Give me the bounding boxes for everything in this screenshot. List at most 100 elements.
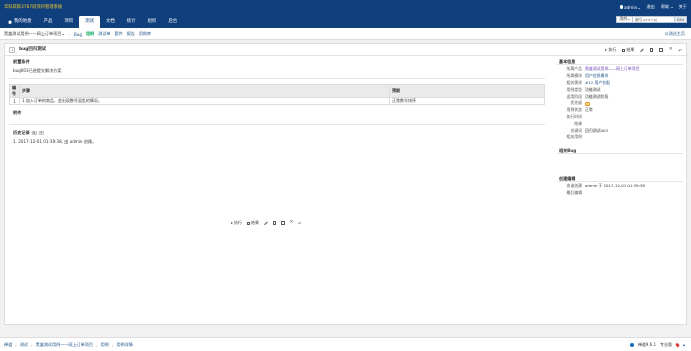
subnav-case[interactable]: 用例 bbox=[86, 31, 94, 37]
about-link[interactable]: 关于 bbox=[679, 4, 687, 10]
subnav-caselib[interactable]: 用例库 bbox=[139, 31, 151, 37]
app-header: 华科软职3787班项目管理系统 admin 退出 帮助 关于 我的地盘 产品 项… bbox=[0, 0, 691, 28]
info-row-keywords: 关键词 回归测试003 bbox=[570, 127, 608, 133]
app-footer: 禅道 › 测试 › 黑盒测试用例——网上订单项目 › 用例 › 用例详情 禅道9… bbox=[0, 337, 691, 351]
basic-info-heading: 基本信息 bbox=[557, 58, 683, 65]
crumb-zentao[interactable]: 禅道 bbox=[4, 342, 12, 348]
copy-icon bbox=[659, 48, 663, 52]
subnav-report[interactable]: 报告 bbox=[127, 31, 135, 37]
history-section: 历史记录 ⇅ + 1. 2017-12-01 01:39:38, 由 admin… bbox=[9, 129, 545, 149]
list-icon bbox=[622, 48, 626, 52]
precondition-heading: 前置条件 bbox=[13, 59, 30, 64]
comment-icon bbox=[649, 48, 654, 52]
history-item: 1. 2017-12-01 01:39:38, 由 admin 创建。 bbox=[13, 139, 97, 144]
expected-text: 正常数号排序 bbox=[389, 97, 545, 105]
logout-link[interactable]: 退出 bbox=[646, 4, 654, 10]
nav-test[interactable]: 测试 bbox=[79, 16, 100, 28]
info-row-module: 所属模块 用户信息模块 bbox=[566, 73, 609, 79]
edition-link[interactable]: 专业版 bbox=[660, 342, 672, 348]
undo-icon: ↶ bbox=[298, 220, 302, 226]
crumb-case[interactable]: 用例 bbox=[101, 342, 109, 348]
step-no: 1 bbox=[9, 97, 20, 105]
version-text[interactable]: 禅道9.6.1 bbox=[638, 342, 656, 348]
run-button-bottom[interactable]: 执行 bbox=[231, 220, 242, 226]
separator-icon: › bbox=[95, 342, 98, 348]
undo-icon: ↶ bbox=[678, 47, 682, 53]
module-link[interactable]: 用户信息模块 bbox=[585, 73, 608, 79]
nav-admin[interactable]: 后台 bbox=[162, 16, 183, 28]
close-icon: ✕ bbox=[668, 47, 673, 52]
chevron-down-icon bbox=[670, 7, 673, 8]
case-title-bar: bug回归测试 执行 结果 ✕ ↶ bbox=[5, 44, 688, 56]
footer-breadcrumb: 禅道 › 测试 › 黑盒测试用例——网上订单项目 › 用例 › 用例详情 bbox=[4, 338, 133, 351]
info-row-story: 相关需求 #12 用户名配 bbox=[566, 79, 611, 86]
bottom-actions: 执行 结果 ✕ ↶ bbox=[231, 220, 302, 226]
case-panel: bug回归测试 执行 结果 ✕ ↶ 前置条件 bug003已经提交解决方案 编号… bbox=[4, 43, 688, 325]
crumb-product[interactable]: 黑盒测试用例——网上订单项目 bbox=[36, 342, 93, 348]
nav-report[interactable]: 统计 bbox=[121, 16, 142, 28]
case-title: bug回归测试 bbox=[19, 47, 46, 52]
chevron-down-icon bbox=[62, 33, 65, 35]
user-menu[interactable]: admin bbox=[619, 5, 641, 10]
copy-button[interactable] bbox=[659, 48, 663, 52]
sub-nav: 黑盒测试用例——网上订单项目 › Bug 用例 测试单 套件 报告 用例库 公测… bbox=[0, 28, 691, 40]
subnav-bug[interactable]: Bug bbox=[74, 32, 82, 37]
search-box: 用例 GO! bbox=[616, 15, 687, 23]
related-bug-section: 相关Bug bbox=[557, 147, 683, 171]
info-row-runtime: 执行时间 bbox=[566, 113, 582, 119]
home-icon bbox=[8, 20, 12, 24]
expand-icon[interactable]: + bbox=[38, 130, 44, 136]
edit-button-bottom[interactable] bbox=[264, 221, 268, 225]
delete-button[interactable]: ✕ bbox=[668, 47, 673, 52]
edit-button[interactable] bbox=[640, 48, 644, 52]
play-icon bbox=[605, 49, 608, 51]
subnav-testtask[interactable]: 测试单 bbox=[98, 31, 110, 37]
step-no-header: 编号 bbox=[9, 84, 20, 98]
nav-doc[interactable]: 文档 bbox=[100, 16, 121, 28]
precondition-section: 前置条件 bug003已经提交解决方案 bbox=[9, 58, 545, 79]
brand-title: 华科软职3787班项目管理系统 bbox=[4, 5, 63, 10]
pencil-icon bbox=[640, 48, 644, 52]
nav-project[interactable]: 项目 bbox=[58, 16, 79, 28]
crumb-test[interactable]: 测试 bbox=[20, 342, 28, 348]
search-type-select[interactable]: 用例 bbox=[616, 15, 633, 23]
info-row-result: 结果 bbox=[574, 120, 582, 126]
delete-button-bottom[interactable]: ✕ bbox=[290, 220, 294, 225]
top-right-links: admin 退出 帮助 关于 bbox=[619, 4, 687, 10]
story-link[interactable]: #12 用户名配 bbox=[585, 80, 610, 86]
scroll-top-icon[interactable] bbox=[683, 344, 685, 346]
chevron-down-icon bbox=[628, 18, 630, 20]
subnav-suite[interactable]: 套件 bbox=[114, 31, 122, 37]
product-link[interactable]: 黑盒测试用例——网上订单项目 bbox=[585, 66, 639, 72]
crumb-case-detail: 用例详情 bbox=[116, 342, 133, 347]
nav-company[interactable]: 组织 bbox=[142, 16, 163, 28]
results-button[interactable]: 结果 bbox=[622, 47, 634, 53]
comment-button[interactable] bbox=[649, 48, 654, 52]
nav-product[interactable]: 产品 bbox=[38, 16, 59, 28]
user-icon bbox=[619, 5, 624, 9]
search-go-button[interactable]: GO! bbox=[675, 15, 687, 23]
steps-header-row: 编号 步骤 预期 bbox=[9, 84, 545, 98]
test-home-link[interactable]: 公测试主页 bbox=[665, 28, 685, 40]
return-button-bottom[interactable]: ↶ bbox=[298, 221, 301, 226]
sort-icon[interactable]: ⇅ bbox=[31, 130, 37, 136]
comment-icon bbox=[272, 221, 276, 225]
files-section: 附件 bbox=[9, 109, 545, 125]
nav-my[interactable]: 我的地盘 bbox=[2, 16, 38, 28]
search-input[interactable] bbox=[633, 15, 675, 23]
help-link[interactable]: 帮助 bbox=[661, 4, 673, 10]
pin-icon[interactable] bbox=[675, 342, 680, 348]
results-button-bottom[interactable]: 结果 bbox=[247, 220, 259, 226]
product-switcher[interactable]: 黑盒测试用例——网上订单项目 bbox=[4, 31, 65, 37]
return-button[interactable]: ↶ bbox=[679, 48, 682, 53]
comment-button-bottom[interactable] bbox=[272, 221, 276, 225]
play-icon bbox=[231, 222, 233, 224]
priority-badge: 3 bbox=[585, 101, 590, 107]
history-heading: 历史记录 ⇅ + bbox=[13, 130, 44, 136]
back-button[interactable] bbox=[9, 47, 15, 53]
run-button[interactable]: 执行 bbox=[605, 47, 616, 53]
copy-button-bottom[interactable] bbox=[281, 221, 285, 225]
copy-icon bbox=[281, 221, 285, 225]
zentao-logo-icon bbox=[629, 343, 634, 347]
separator-icon: › bbox=[15, 342, 17, 348]
